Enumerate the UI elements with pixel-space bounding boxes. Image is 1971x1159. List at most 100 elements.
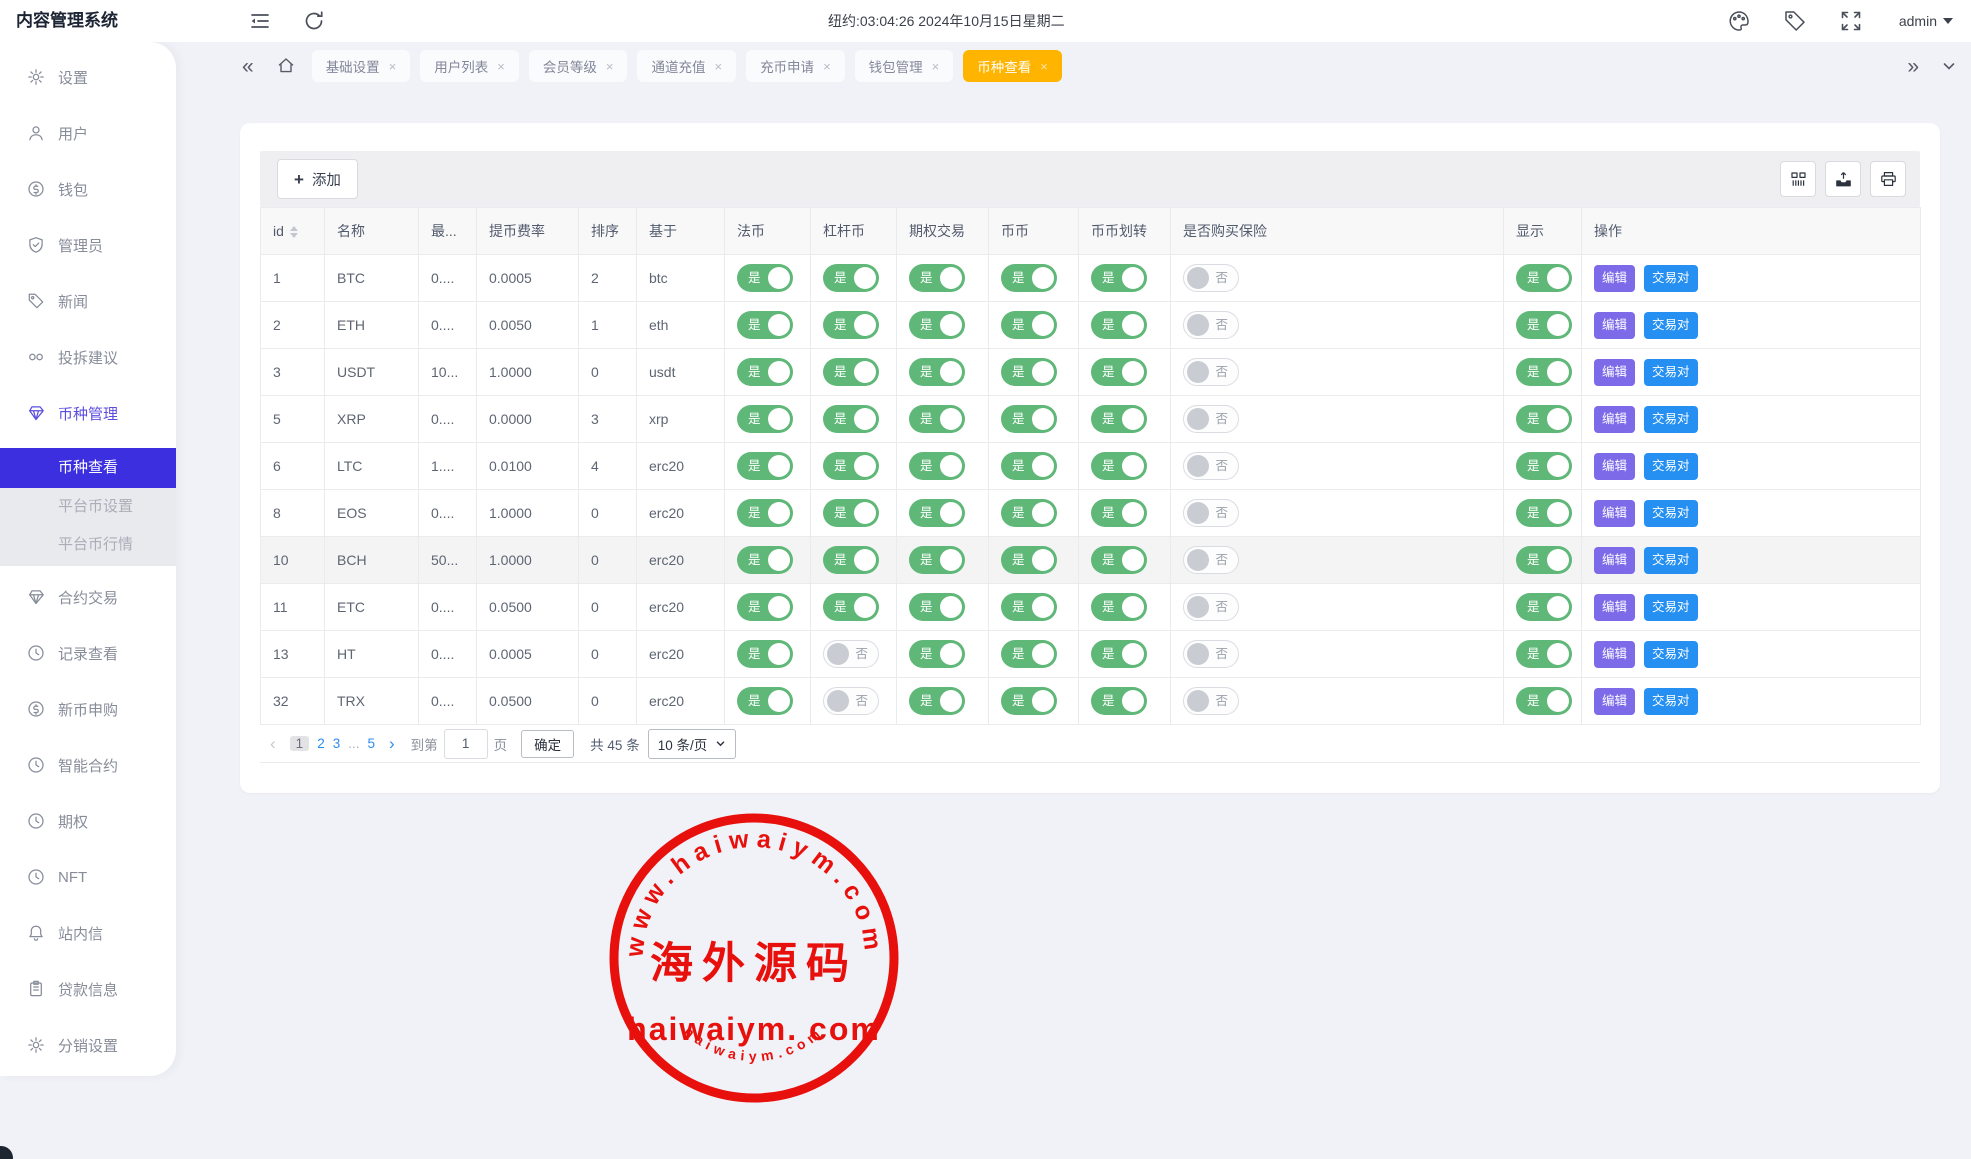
- theme-palette-icon[interactable]: [1727, 9, 1751, 33]
- lever-toggle[interactable]: 是: [823, 264, 879, 292]
- add-button[interactable]: + 添加: [277, 159, 358, 199]
- insurance-toggle[interactable]: 否: [1183, 311, 1239, 339]
- option-toggle[interactable]: 是: [909, 640, 965, 668]
- insurance-toggle[interactable]: 否: [1183, 546, 1239, 574]
- insurance-toggle[interactable]: 否: [1183, 499, 1239, 527]
- lever-toggle[interactable]: 是: [823, 358, 879, 386]
- export-icon[interactable]: [1825, 161, 1861, 197]
- refresh-icon[interactable]: [302, 9, 326, 33]
- tab-user-list[interactable]: 用户列表×: [420, 50, 519, 82]
- edit-button[interactable]: 编辑: [1594, 453, 1635, 480]
- user-menu[interactable]: admin: [1899, 0, 1953, 42]
- close-icon[interactable]: ×: [1040, 60, 1048, 73]
- insurance-toggle[interactable]: 否: [1183, 687, 1239, 715]
- coin-toggle[interactable]: 是: [1001, 593, 1057, 621]
- edit-button[interactable]: 编辑: [1594, 594, 1635, 621]
- transfer-toggle[interactable]: 是: [1091, 640, 1147, 668]
- trade-pair-button[interactable]: 交易对: [1644, 453, 1698, 480]
- edit-button[interactable]: 编辑: [1594, 359, 1635, 386]
- columns-icon[interactable]: [1780, 161, 1816, 197]
- show-toggle[interactable]: 是: [1516, 499, 1572, 527]
- transfer-toggle[interactable]: 是: [1091, 405, 1147, 433]
- insurance-toggle[interactable]: 否: [1183, 452, 1239, 480]
- sidebar-item-record-view[interactable]: 记录查看: [0, 632, 176, 674]
- fiat-toggle[interactable]: 是: [737, 405, 793, 433]
- prev-page-icon[interactable]: ‹: [260, 734, 286, 754]
- fiat-toggle[interactable]: 是: [737, 311, 793, 339]
- trade-pair-button[interactable]: 交易对: [1644, 594, 1698, 621]
- coin-toggle[interactable]: 是: [1001, 311, 1057, 339]
- show-toggle[interactable]: 是: [1516, 640, 1572, 668]
- lever-toggle[interactable]: 否: [823, 687, 879, 715]
- tabs-scroll-right-icon[interactable]: »: [1907, 56, 1919, 77]
- trade-pair-button[interactable]: 交易对: [1644, 500, 1698, 527]
- sidebar-item-users[interactable]: 用户: [0, 112, 176, 154]
- coin-toggle[interactable]: 是: [1001, 546, 1057, 574]
- option-toggle[interactable]: 是: [909, 405, 965, 433]
- transfer-toggle[interactable]: 是: [1091, 687, 1147, 715]
- home-icon[interactable]: [276, 56, 296, 76]
- fiat-toggle[interactable]: 是: [737, 358, 793, 386]
- lever-toggle[interactable]: 是: [823, 452, 879, 480]
- insurance-toggle[interactable]: 否: [1183, 593, 1239, 621]
- close-icon[interactable]: ×: [932, 60, 940, 73]
- sidebar-item-distribution-settings[interactable]: 分销设置: [0, 1024, 176, 1066]
- show-toggle[interactable]: 是: [1516, 546, 1572, 574]
- coin-toggle[interactable]: 是: [1001, 640, 1057, 668]
- close-icon[interactable]: ×: [823, 60, 831, 73]
- page-size-select[interactable]: 10 条/页: [648, 729, 737, 759]
- transfer-toggle[interactable]: 是: [1091, 264, 1147, 292]
- trade-pair-button[interactable]: 交易对: [1644, 265, 1698, 292]
- fiat-toggle[interactable]: 是: [737, 546, 793, 574]
- page-button-1[interactable]: 1: [290, 736, 310, 751]
- transfer-toggle[interactable]: 是: [1091, 452, 1147, 480]
- fiat-toggle[interactable]: 是: [737, 687, 793, 715]
- tabs-menu-chevron-icon[interactable]: [1941, 58, 1957, 74]
- lever-toggle[interactable]: 是: [823, 546, 879, 574]
- lever-toggle[interactable]: 是: [823, 593, 879, 621]
- edit-button[interactable]: 编辑: [1594, 547, 1635, 574]
- option-toggle[interactable]: 是: [909, 264, 965, 292]
- close-icon[interactable]: ×: [714, 60, 722, 73]
- sidebar-item-new-coin-subscribe[interactable]: 新币申购: [0, 688, 176, 730]
- insurance-toggle[interactable]: 否: [1183, 640, 1239, 668]
- goto-page-input[interactable]: [444, 729, 488, 759]
- fiat-toggle[interactable]: 是: [737, 452, 793, 480]
- edit-button[interactable]: 编辑: [1594, 500, 1635, 527]
- edit-button[interactable]: 编辑: [1594, 312, 1635, 339]
- show-toggle[interactable]: 是: [1516, 264, 1572, 292]
- coin-toggle[interactable]: 是: [1001, 499, 1057, 527]
- edit-button[interactable]: 编辑: [1594, 641, 1635, 668]
- transfer-toggle[interactable]: 是: [1091, 499, 1147, 527]
- option-toggle[interactable]: 是: [909, 687, 965, 715]
- print-icon[interactable]: [1870, 161, 1906, 197]
- trade-pair-button[interactable]: 交易对: [1644, 688, 1698, 715]
- fiat-toggle[interactable]: 是: [737, 499, 793, 527]
- option-toggle[interactable]: 是: [909, 499, 965, 527]
- coin-toggle[interactable]: 是: [1001, 264, 1057, 292]
- tab-currency-view[interactable]: 币种查看×: [963, 50, 1062, 82]
- menu-collapse-icon[interactable]: [248, 9, 272, 33]
- fiat-toggle[interactable]: 是: [737, 264, 793, 292]
- fullscreen-icon[interactable]: [1839, 9, 1863, 33]
- sidebar-item-loan-info[interactable]: 贷款信息: [0, 968, 176, 1010]
- sidebar-subitem-currency-view[interactable]: 币种查看: [0, 448, 176, 488]
- tab-basic-settings[interactable]: 基础设置×: [312, 50, 411, 82]
- transfer-toggle[interactable]: 是: [1091, 546, 1147, 574]
- tab-channel-recharge[interactable]: 通道充值×: [637, 50, 736, 82]
- option-toggle[interactable]: 是: [909, 311, 965, 339]
- transfer-toggle[interactable]: 是: [1091, 593, 1147, 621]
- option-toggle[interactable]: 是: [909, 546, 965, 574]
- show-toggle[interactable]: 是: [1516, 311, 1572, 339]
- column-header[interactable]: id: [261, 208, 325, 255]
- trade-pair-button[interactable]: 交易对: [1644, 359, 1698, 386]
- lever-toggle[interactable]: 是: [823, 311, 879, 339]
- lever-toggle[interactable]: 否: [823, 640, 879, 668]
- sidebar-item-feedback[interactable]: 投拆建议: [0, 336, 176, 378]
- trade-pair-button[interactable]: 交易对: [1644, 547, 1698, 574]
- lever-toggle[interactable]: 是: [823, 405, 879, 433]
- sidebar-item-settings[interactable]: 设置: [0, 56, 176, 98]
- page-button-2[interactable]: 2: [317, 736, 325, 751]
- show-toggle[interactable]: 是: [1516, 405, 1572, 433]
- lever-toggle[interactable]: 是: [823, 499, 879, 527]
